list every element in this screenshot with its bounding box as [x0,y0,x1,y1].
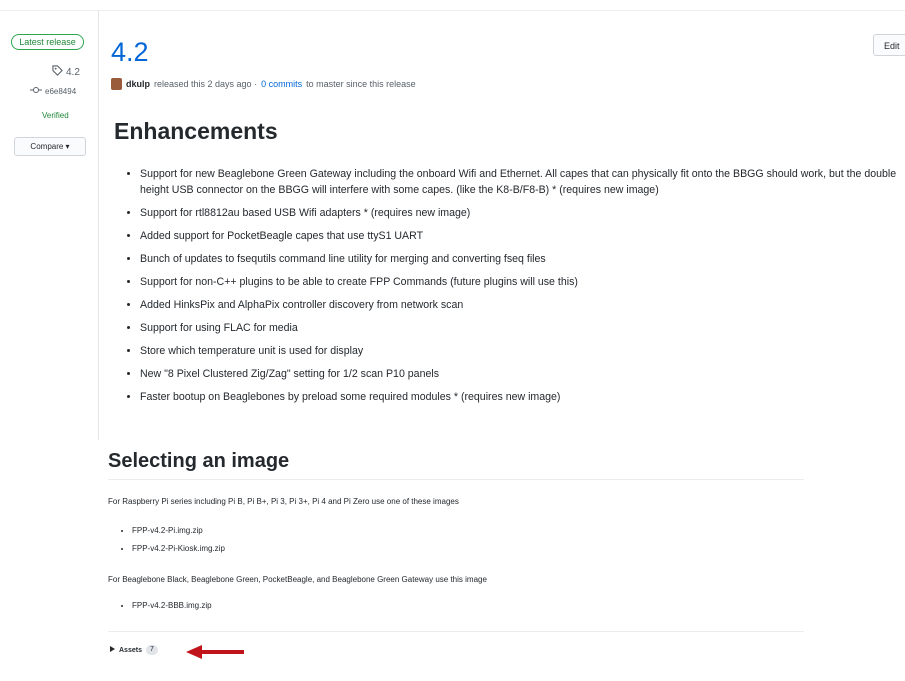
list-item: Store which temperature unit is used for… [140,343,905,359]
release-sidebar: Latest release 4.2 e6e8494 Verified Comp… [0,0,98,681]
pi-file-list: FPP-v4.2-Pi.img.zip FPP-v4.2-Pi-Kiosk.im… [120,522,225,558]
list-item: FPP-v4.2-BBB.img.zip [132,597,212,615]
avatar[interactable] [111,78,122,90]
tag-label: 4.2 [66,66,80,78]
commits-link[interactable]: 0 commits [261,79,302,89]
list-item: Faster bootup on Beaglebones by preload … [140,389,905,405]
commit-hash: e6e8494 [45,86,77,96]
bb-file-list: FPP-v4.2-BBB.img.zip [120,597,212,615]
list-item: New "8 Pixel Clustered Zig/Zag" setting … [140,366,905,382]
list-item: Support for rtl8812au based USB Wifi ada… [140,205,905,221]
enhancements-list: Support for new Beaglebone Green Gateway… [124,166,905,412]
list-item: Added HinksPix and AlphaPix controller d… [140,297,905,313]
assets-count: 7 [145,645,158,655]
author-link[interactable]: dkulp [126,79,150,89]
sidebar-divider [98,10,99,440]
release-meta: dkulp released this 2 days ago · 0 commi… [111,78,416,90]
list-item: Support for non-C++ plugins to be able t… [140,274,905,290]
commit-link[interactable]: e6e8494 [30,86,76,96]
triangle-right-icon [110,646,115,654]
edit-button[interactable]: Edit [873,34,905,56]
released-text: released this 2 days ago · [154,79,258,89]
commits-suffix: to master since this release [306,79,416,89]
pi-description: For Raspberry Pi series including Pi B, … [108,497,459,506]
list-item: Bunch of updates to fsequtils command li… [140,251,905,267]
list-item: FPP-v4.2-Pi-Kiosk.img.zip [132,540,225,558]
release-title[interactable]: 4.2 [111,37,149,68]
enhancements-heading: Enhancements [114,118,278,144]
assets-label: Assets [119,646,142,654]
compare-button[interactable]: Compare ▾ [14,137,86,156]
bb-description: For Beaglebone Black, Beaglebone Green, … [108,575,487,584]
assets-divider [108,631,804,632]
commit-icon [30,86,42,96]
assets-toggle[interactable]: Assets 7 [110,645,158,655]
red-arrow-icon [186,645,246,664]
tag-icon [52,65,63,79]
top-divider [0,10,905,11]
latest-release-badge: Latest release [11,34,84,50]
verified-badge[interactable]: Verified [42,111,69,120]
list-item: Added support for PocketBeagle capes tha… [140,228,905,244]
tag-link[interactable]: 4.2 [52,65,80,79]
list-item: Support for new Beaglebone Green Gateway… [140,166,905,198]
list-item: FPP-v4.2-Pi.img.zip [132,522,225,540]
list-item: Support for using FLAC for media [140,320,905,336]
selecting-image-heading: Selecting an image [108,450,804,480]
